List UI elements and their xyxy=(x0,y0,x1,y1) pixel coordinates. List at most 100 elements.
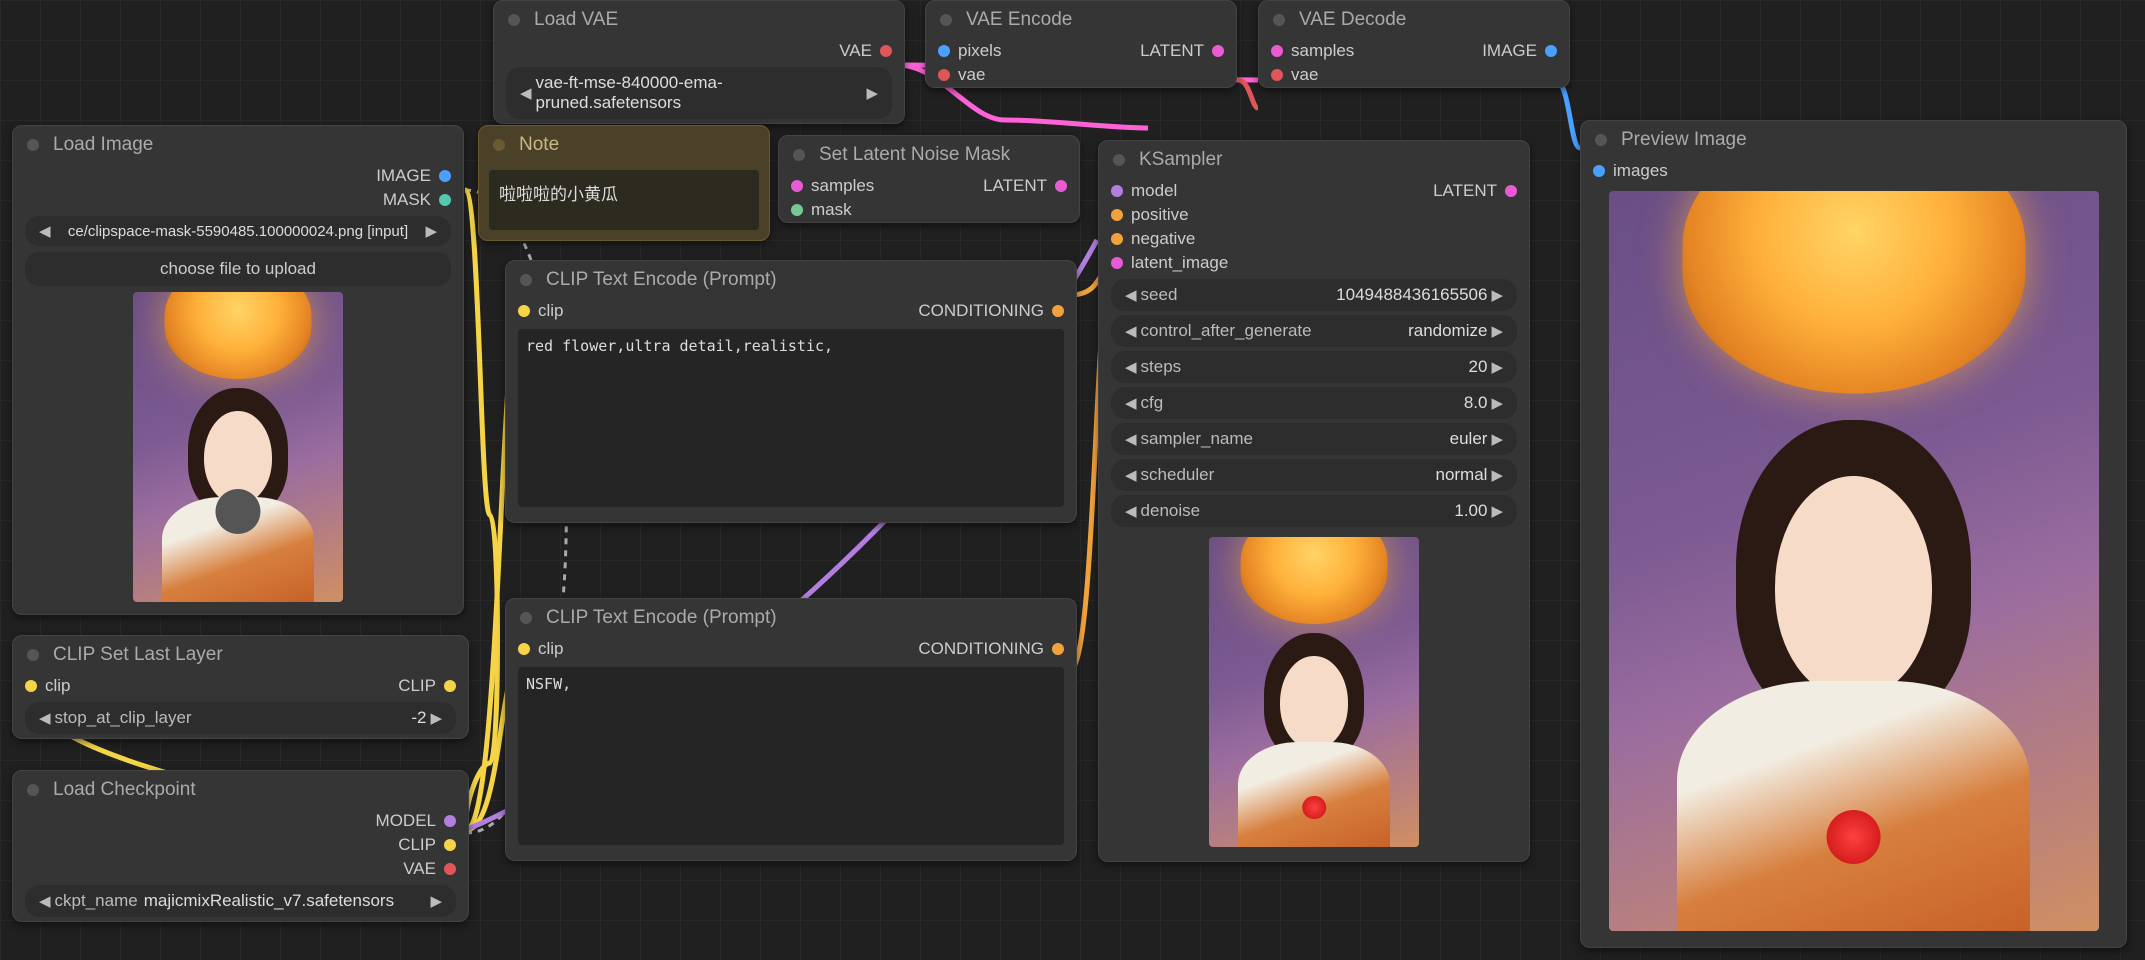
label-latent-image: latent_image xyxy=(1131,253,1228,273)
port-latent-out[interactable] xyxy=(1055,180,1067,192)
port-samples[interactable] xyxy=(791,180,803,192)
label-vae: VAE xyxy=(403,859,436,879)
port-clip-out[interactable] xyxy=(444,680,456,692)
port-cond-out[interactable] xyxy=(1052,643,1064,655)
prev-icon[interactable]: ◀ xyxy=(516,84,536,102)
title-text: Load Image xyxy=(53,134,153,156)
node-title[interactable]: Set Latent Noise Mask xyxy=(779,136,1079,174)
next-icon[interactable]: ▶ xyxy=(426,892,446,910)
label-samples: samples xyxy=(1291,41,1354,61)
next-icon[interactable]: ▶ xyxy=(862,84,882,102)
port-vae[interactable] xyxy=(938,69,950,81)
ckpt-widget[interactable]: ◀ckpt_namemajicmixRealistic_v7.safetenso… xyxy=(25,885,456,917)
label-clip: clip xyxy=(45,676,71,696)
node-title[interactable]: KSampler xyxy=(1099,141,1529,179)
port-samples[interactable] xyxy=(1271,45,1283,57)
node-load-image[interactable]: Load Image IMAGE MASK ◀ce/clipspace-mask… xyxy=(12,125,464,615)
node-preview-image[interactable]: Preview Image images xyxy=(1580,120,2127,948)
label-pixels: pixels xyxy=(958,41,1001,61)
port-clip[interactable] xyxy=(518,305,530,317)
port-clip-out[interactable] xyxy=(444,839,456,851)
node-title[interactable]: VAE Decode xyxy=(1259,1,1569,39)
port-vae-out[interactable] xyxy=(444,863,456,875)
title-text: CLIP Set Last Layer xyxy=(53,644,223,666)
port-image-out[interactable] xyxy=(1545,45,1557,57)
stop-at-layer-widget[interactable]: ◀stop_at_clip_layer-2▶ xyxy=(25,702,456,734)
title-text: KSampler xyxy=(1139,149,1222,171)
node-load-checkpoint[interactable]: Load Checkpoint MODEL CLIP VAE ◀ckpt_nam… xyxy=(12,770,469,922)
node-title[interactable]: CLIP Text Encode (Prompt) xyxy=(506,261,1076,299)
label-clip: CLIP xyxy=(398,835,436,855)
node-vae-encode[interactable]: VAE Encode pixels LATENT vae xyxy=(925,0,1237,88)
node-title[interactable]: Preview Image xyxy=(1581,121,2126,159)
title-text: Preview Image xyxy=(1621,129,1747,151)
label-negative: negative xyxy=(1131,229,1195,249)
prompt-textarea[interactable] xyxy=(518,667,1064,845)
label-latent: LATENT xyxy=(1140,41,1204,61)
next-icon[interactable]: ▶ xyxy=(421,222,441,240)
node-title[interactable]: CLIP Text Encode (Prompt) xyxy=(506,599,1076,637)
label-image: IMAGE xyxy=(376,166,431,186)
port-clip-in[interactable] xyxy=(25,680,37,692)
port-pixels[interactable] xyxy=(938,45,950,57)
upload-button[interactable]: choose file to upload xyxy=(25,252,451,286)
steps-widget[interactable]: ◀steps20▶ xyxy=(1111,351,1517,383)
label-model: model xyxy=(1131,181,1177,201)
label-vae: vae xyxy=(1291,65,1318,85)
node-clip-set-last-layer[interactable]: CLIP Set Last Layer clip CLIP ◀stop_at_c… xyxy=(12,635,469,739)
port-mask[interactable] xyxy=(791,204,803,216)
prompt-textarea[interactable] xyxy=(518,329,1064,507)
scheduler-widget[interactable]: ◀schedulernormal▶ xyxy=(1111,459,1517,491)
node-title[interactable]: Note xyxy=(479,126,769,164)
label-clip: clip xyxy=(538,639,564,659)
node-ksampler[interactable]: KSampler model LATENT positive negative … xyxy=(1098,140,1530,862)
port-positive[interactable] xyxy=(1111,209,1123,221)
label-conditioning: CONDITIONING xyxy=(918,301,1044,321)
node-clip-negative[interactable]: CLIP Text Encode (Prompt) clip CONDITION… xyxy=(505,598,1077,861)
label-clip: clip xyxy=(538,301,564,321)
node-title[interactable]: CLIP Set Last Layer xyxy=(13,636,468,674)
port-vae[interactable] xyxy=(1271,69,1283,81)
cfg-widget[interactable]: ◀cfg8.0▶ xyxy=(1111,387,1517,419)
port-model[interactable] xyxy=(1111,185,1123,197)
out-vae: VAE xyxy=(839,41,872,61)
port-image-out[interactable] xyxy=(439,170,451,182)
sampler-name-widget[interactable]: ◀sampler_nameeuler▶ xyxy=(1111,423,1517,455)
node-title[interactable]: VAE Encode xyxy=(926,1,1236,39)
node-title[interactable]: Load Image xyxy=(13,126,463,164)
port-latent-out[interactable] xyxy=(1505,185,1517,197)
port-images[interactable] xyxy=(1593,165,1605,177)
label-positive: positive xyxy=(1131,205,1189,225)
note-text[interactable]: 啦啦啦的小黄瓜 xyxy=(489,170,759,230)
control-after-generate-widget[interactable]: ◀control_after_generaterandomize▶ xyxy=(1111,315,1517,347)
image-file-widget[interactable]: ◀ ce/clipspace-mask-5590485.100000024.png… xyxy=(25,216,451,246)
port-mask-out[interactable] xyxy=(439,194,451,206)
seed-widget[interactable]: ◀seed1049488436165506▶ xyxy=(1111,279,1517,311)
port-latent-out[interactable] xyxy=(1212,45,1224,57)
node-title[interactable]: Load VAE xyxy=(494,1,904,39)
node-load-vae[interactable]: Load VAE VAE ◀vae-ft-mse-840000-ema-prun… xyxy=(493,0,905,124)
prev-icon[interactable]: ◀ xyxy=(35,222,55,240)
node-clip-positive[interactable]: CLIP Text Encode (Prompt) clip CONDITION… xyxy=(505,260,1077,523)
port-vae-out[interactable] xyxy=(880,45,892,57)
vae-file-value: vae-ft-mse-840000-ema-pruned.safetensors xyxy=(536,73,863,113)
port-model-out[interactable] xyxy=(444,815,456,827)
port-cond-out[interactable] xyxy=(1052,305,1064,317)
prev-icon[interactable]: ◀ xyxy=(35,892,55,910)
prev-icon[interactable]: ◀ xyxy=(35,709,55,727)
node-note[interactable]: Note 啦啦啦的小黄瓜 xyxy=(478,125,770,241)
node-latent-noise-mask[interactable]: Set Latent Noise Mask samples LATENT mas… xyxy=(778,135,1080,223)
image-file-value: ce/clipspace-mask-5590485.100000024.png … xyxy=(68,223,408,240)
widget-label: stop_at_clip_layer xyxy=(55,708,192,728)
node-vae-decode[interactable]: VAE Decode samples IMAGE vae xyxy=(1258,0,1570,88)
port-latent-image[interactable] xyxy=(1111,257,1123,269)
node-title[interactable]: Load Checkpoint xyxy=(13,771,468,809)
denoise-widget[interactable]: ◀denoise1.00▶ xyxy=(1111,495,1517,527)
vae-file-widget[interactable]: ◀vae-ft-mse-840000-ema-pruned.safetensor… xyxy=(506,67,892,119)
port-negative[interactable] xyxy=(1111,233,1123,245)
widget-label: ckpt_name xyxy=(55,891,138,911)
title-text: Load Checkpoint xyxy=(53,779,196,801)
label-image: IMAGE xyxy=(1482,41,1537,61)
next-icon[interactable]: ▶ xyxy=(426,709,446,727)
port-clip[interactable] xyxy=(518,643,530,655)
